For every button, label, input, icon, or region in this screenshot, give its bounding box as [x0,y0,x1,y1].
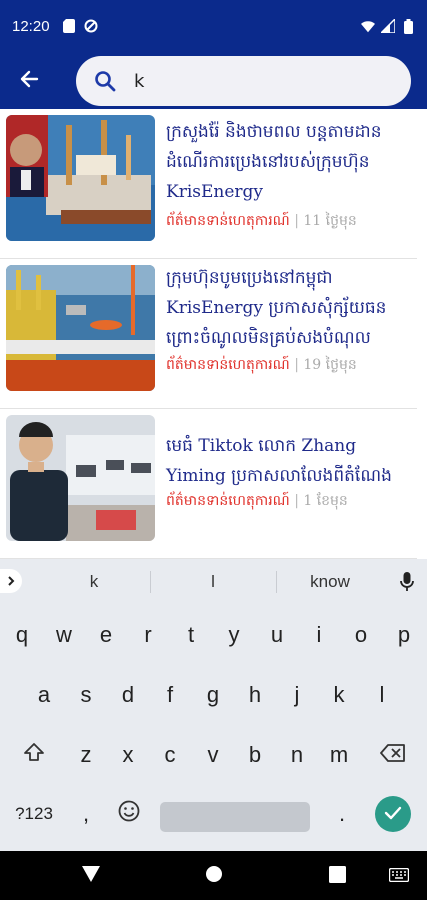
mic-icon[interactable] [399,571,415,593]
article-time: 11 ថ្ងៃមុន [303,213,357,229]
key-row-2: a s d f g h j k l [0,670,427,720]
nav-recents-button[interactable] [324,863,350,889]
key-row-3: z x c v b n m [0,730,427,780]
check-icon [384,805,402,824]
article-thumbnail [6,415,155,541]
wifi-icon [361,19,375,33]
enter-key[interactable] [375,796,411,832]
key-period[interactable]: . [322,792,362,836]
sim-card-icon [62,19,76,33]
key-f[interactable]: f [149,670,191,720]
suggestion-bar: k l know [0,559,427,605]
backspace-key[interactable] [370,730,416,780]
article-list: ក្រសួងរ៉ែ និងថាមពល បន្តតាមដានដំណើរការប្រ… [0,109,427,559]
data-saver-icon [84,19,98,33]
search-input[interactable] [134,70,374,92]
suggestion-3[interactable]: know [280,559,380,605]
key-h[interactable]: h [234,670,276,720]
article-meta: ព័ត៌មានទាន់ហេតុការណ៍ | 1 ខែមុន [166,491,409,512]
key-m[interactable]: m [318,730,360,780]
keyboard-icon [388,867,410,886]
article-category: ព័ត៌មានទាន់ហេតុការណ៍ [166,357,290,373]
key-s[interactable]: s [65,670,107,720]
article-meta: ព័ត៌មានទាន់ហេតុការណ៍ | 11 ថ្ងៃមុន [166,211,409,232]
app-bar [0,52,427,109]
triangle-back-icon [81,865,101,887]
navigation-bar [0,851,427,900]
back-button[interactable] [0,52,58,109]
key-v[interactable]: v [192,730,234,780]
article-thumbnail [6,265,155,391]
key-t[interactable]: t [170,610,212,660]
key-u[interactable]: u [256,610,298,660]
key-row-1: q w e r t y u i o p [0,610,427,660]
keyboard-switch-button[interactable] [386,863,412,889]
article-item[interactable]: មេធំ Tiktok លោក Zhang Yiming ប្រកាសលាលែង… [0,409,417,559]
key-k[interactable]: k [318,670,360,720]
space-key[interactable] [160,802,310,832]
article-thumbnail [6,115,155,241]
article-title: ក្រសួងរ៉ែ និងថាមពល បន្តតាមដានដំណើរការប្រ… [166,122,382,202]
search-box[interactable] [76,56,411,106]
key-i[interactable]: i [298,610,340,660]
key-l[interactable]: l [361,670,403,720]
search-icon [94,70,116,92]
key-a[interactable]: a [23,670,65,720]
key-comma[interactable]: , [66,792,106,836]
key-x[interactable]: x [107,730,149,780]
key-c[interactable]: c [149,730,191,780]
backspace-icon [380,742,406,768]
symbols-key[interactable]: ?123 [6,792,62,836]
article-category: ព័ត៌មានទាន់ហេតុការណ៍ [166,493,290,509]
shift-icon [23,742,45,768]
signal-icon [381,19,395,33]
key-e[interactable]: e [85,610,127,660]
key-r[interactable]: r [127,610,169,660]
suggestion-divider [276,571,277,593]
key-g[interactable]: g [192,670,234,720]
square-recents-icon [328,865,346,887]
key-z[interactable]: z [65,730,107,780]
meta-separator: | [294,213,299,229]
key-y[interactable]: y [213,610,255,660]
key-d[interactable]: d [107,670,149,720]
key-p[interactable]: p [383,610,425,660]
suggestion-divider [150,571,151,593]
article-item[interactable]: ក្រសួងរ៉ែ និងថាមពល បន្តតាមដានដំណើរការប្រ… [0,109,417,259]
key-j[interactable]: j [276,670,318,720]
suggestion-1[interactable]: k [44,559,144,605]
status-bar: 12:20 [0,0,427,52]
nav-back-button[interactable] [78,863,104,889]
suggestion-2[interactable]: l [163,559,263,605]
article-time: 1 ខែមុន [303,493,348,509]
circle-home-icon [205,865,223,887]
key-b[interactable]: b [234,730,276,780]
article-time: 19 ថ្ងៃមុន [303,357,357,373]
key-row-4: ?123 , . [0,792,427,842]
meta-separator: | [294,493,299,509]
meta-separator: | [294,357,299,373]
status-time: 12:20 [12,17,50,35]
soft-keyboard: k l know q w e r t y u i o p a s d f g h… [0,559,427,851]
nav-home-button[interactable] [201,863,227,889]
emoji-icon [118,800,140,828]
chevron-right-icon[interactable] [0,569,22,593]
emoji-key[interactable] [108,792,150,836]
article-title: មេធំ Tiktok លោក Zhang Yiming ប្រកាសលាលែង… [166,436,392,486]
arrow-back-icon [19,69,39,93]
key-n[interactable]: n [276,730,318,780]
article-category: ព័ត៌មានទាន់ហេតុការណ៍ [166,213,290,229]
article-title: ក្រុមហ៊ុនបូមប្រេងនៅកម្ពុជា KrisEnergy ប្… [166,268,387,348]
key-q[interactable]: q [1,610,43,660]
article-meta: ព័ត៌មានទាន់ហេតុការណ៍ | 19 ថ្ងៃមុន [166,355,409,376]
shift-key[interactable] [12,730,56,780]
key-o[interactable]: o [340,610,382,660]
key-w[interactable]: w [43,610,85,660]
article-item[interactable]: ក្រុមហ៊ុនបូមប្រេងនៅកម្ពុជា KrisEnergy ប្… [0,259,417,409]
battery-icon [401,18,415,34]
screen: 12:20 k ក្រសួងរ៉ែ និងថាមពល បន្តតាមដានដំណ… [0,0,427,900]
